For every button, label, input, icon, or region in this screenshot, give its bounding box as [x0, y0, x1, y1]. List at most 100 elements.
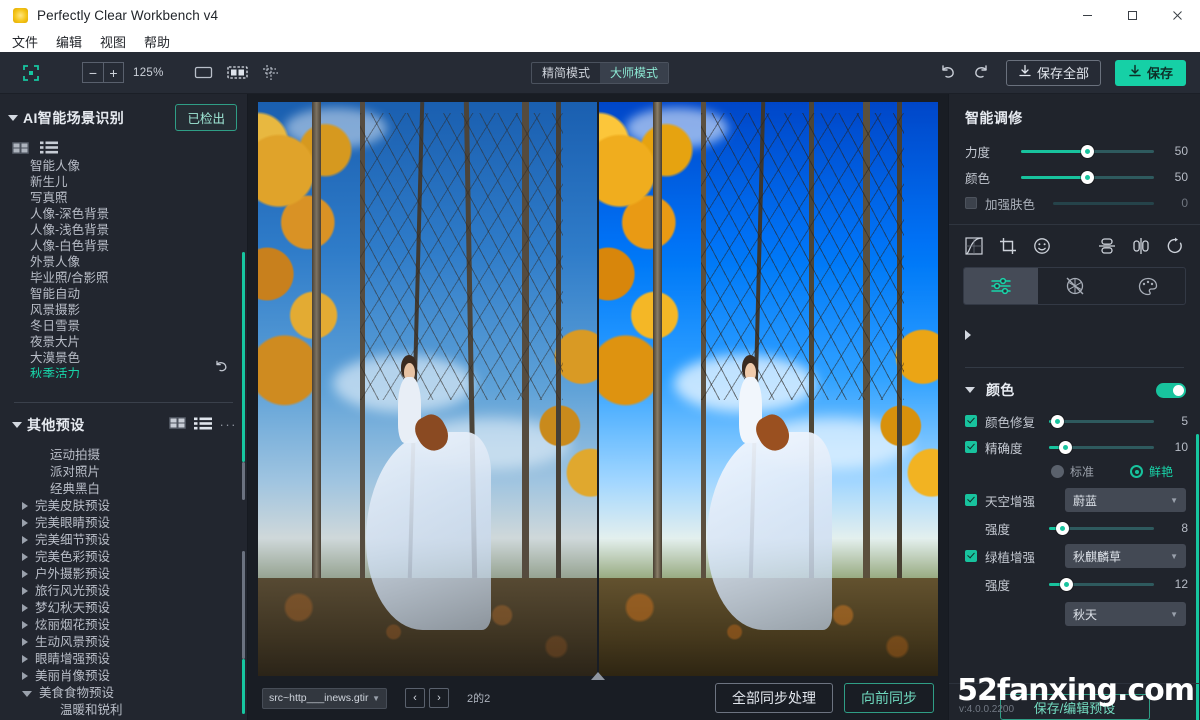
minimize-button[interactable]	[1065, 0, 1110, 30]
detected-badge[interactable]: 已检出	[175, 104, 237, 131]
save-button[interactable]: 保存	[1114, 59, 1186, 86]
prev-image-button[interactable]: ‹	[405, 688, 425, 708]
presets-section-header[interactable]: 其他预设 ···	[0, 403, 247, 441]
image-pane-before[interactable]	[258, 102, 597, 676]
fit-to-screen-icon[interactable]	[20, 62, 42, 84]
preset-item[interactable]: 完美细节预设	[0, 532, 247, 549]
chevron-right-icon[interactable]	[22, 621, 28, 630]
save-all-button[interactable]: 保存全部	[1005, 59, 1101, 86]
color-section-toggle[interactable]	[1156, 382, 1186, 398]
ai-section-header[interactable]: AI智能场景识别 已检出	[0, 94, 247, 137]
list-view-icon[interactable]	[40, 141, 58, 154]
chevron-right-icon[interactable]	[22, 536, 28, 545]
revert-icon[interactable]	[214, 360, 229, 378]
preset-item[interactable]: 梦幻秋天预设	[0, 600, 247, 617]
preset-item[interactable]: 炫丽烟花预设	[0, 617, 247, 634]
foliage-strength-slider[interactable]	[1049, 576, 1154, 592]
scene-item[interactable]: 写真照	[30, 190, 247, 206]
menu-view[interactable]: 视图	[100, 32, 126, 51]
scene-item[interactable]: 人像-白色背景	[30, 238, 247, 254]
zoom-out-button[interactable]: −	[82, 62, 103, 83]
tab-noise-reduce[interactable]	[1038, 268, 1112, 304]
mode-master[interactable]: 大师模式	[600, 62, 669, 83]
chevron-down-icon[interactable]	[8, 114, 18, 121]
preset-item[interactable]: 旅行风光预设	[0, 583, 247, 600]
tab-sliders[interactable]	[964, 268, 1038, 304]
preset-item[interactable]: 户外摄影预设	[0, 566, 247, 583]
list-view-icon[interactable]	[193, 417, 212, 433]
split-view-icon[interactable]	[226, 65, 248, 80]
accuracy-slider[interactable]	[1049, 439, 1154, 455]
foliage-enhance-dropdown[interactable]: 秋麒麟草 ▼	[1065, 544, 1186, 568]
menu-edit[interactable]: 编辑	[56, 32, 82, 51]
curves-icon[interactable]	[965, 237, 983, 255]
season-dropdown[interactable]: 秋天 ▼	[1065, 602, 1186, 626]
preset-item[interactable]: 运动拍摄	[0, 447, 247, 464]
chevron-right-icon[interactable]	[22, 570, 28, 579]
maximize-button[interactable]	[1110, 0, 1155, 30]
flip-vertical-icon[interactable]	[1098, 237, 1116, 255]
undo-icon[interactable]	[938, 63, 958, 83]
more-options-icon[interactable]: ···	[220, 417, 238, 432]
scene-item[interactable]: 新生儿	[30, 174, 247, 190]
color-fix-slider[interactable]	[1049, 413, 1154, 429]
preset-item[interactable]: 生动风景预设	[0, 634, 247, 651]
chevron-right-icon[interactable]	[22, 502, 28, 511]
radio-vivid[interactable]: 鲜艳	[1130, 463, 1173, 480]
grid-view-icon[interactable]	[168, 417, 186, 432]
preset-item[interactable]: 温暖和锐利	[0, 702, 247, 719]
scene-item[interactable]: 人像-浅色背景	[30, 222, 247, 238]
color-slider[interactable]	[1021, 169, 1154, 185]
file-selector-dropdown[interactable]: src~http___inews.gtir ▼	[262, 687, 387, 709]
scene-item[interactable]: 外景人像	[30, 254, 247, 270]
presets-scrollbar-track[interactable]	[242, 551, 245, 659]
scene-item[interactable]: 夜景大片	[30, 334, 247, 350]
grid-view-icon[interactable]	[12, 141, 29, 154]
ai-list-scrollbar-track[interactable]	[242, 462, 245, 500]
preset-item[interactable]: 美食食物预设	[0, 685, 247, 702]
ai-list-scrollbar[interactable]	[242, 252, 245, 462]
preset-item[interactable]: 完美眼睛预设	[0, 515, 247, 532]
chevron-right-icon[interactable]	[22, 604, 28, 613]
chevron-down-icon[interactable]	[12, 421, 22, 428]
skin-tone-checkbox[interactable]	[965, 197, 977, 209]
chevron-right-icon[interactable]	[22, 587, 28, 596]
preset-item[interactable]: 完美色彩预设	[0, 549, 247, 566]
crop-icon[interactable]	[999, 237, 1017, 255]
skin-tone-slider[interactable]	[1053, 195, 1154, 211]
face-detect-icon[interactable]	[1033, 237, 1051, 255]
next-image-button[interactable]: ›	[429, 688, 449, 708]
chevron-right-icon[interactable]	[22, 553, 28, 562]
tone-section-header[interactable]: 色调	[949, 305, 1200, 363]
scene-item[interactable]: 冬日雪景	[30, 318, 247, 334]
preset-item[interactable]: 经典黑白	[0, 481, 247, 498]
redo-icon[interactable]	[972, 63, 992, 83]
strength-slider[interactable]	[1021, 143, 1154, 159]
chevron-down-icon[interactable]	[965, 387, 975, 393]
scene-item[interactable]: 智能人像	[30, 158, 247, 174]
chevron-right-icon[interactable]	[965, 330, 1200, 340]
flip-horizontal-icon[interactable]	[1132, 237, 1150, 255]
preset-item[interactable]: 美丽肖像预设	[0, 668, 247, 685]
scene-item[interactable]: 人像-深色背景	[30, 206, 247, 222]
chevron-right-icon[interactable]	[22, 638, 28, 647]
sync-all-button[interactable]: 全部同步处理	[715, 683, 833, 713]
presets-scrollbar[interactable]	[242, 659, 245, 714]
radio-standard[interactable]: 标准	[1051, 463, 1094, 480]
color-fix-checkbox[interactable]	[965, 415, 977, 427]
scene-item[interactable]: 风景摄影	[30, 302, 247, 318]
scene-item[interactable]: 智能自动	[30, 286, 247, 302]
chevron-right-icon[interactable]	[22, 672, 28, 681]
menu-file[interactable]: 文件	[12, 32, 38, 51]
sync-forward-button[interactable]: 向前同步	[844, 683, 934, 713]
color-section-header[interactable]: 颜色	[949, 370, 1200, 408]
sky-enhance-checkbox[interactable]	[965, 494, 977, 506]
single-view-icon[interactable]	[194, 65, 213, 80]
chevron-right-icon[interactable]	[22, 655, 28, 664]
crop-compare-icon[interactable]	[262, 64, 281, 81]
collapse-panel-arrow[interactable]	[591, 672, 605, 680]
sky-strength-slider[interactable]	[1049, 520, 1154, 536]
rotate-icon[interactable]	[1166, 237, 1184, 255]
image-pane-after[interactable]	[599, 102, 938, 676]
mode-simple[interactable]: 精简模式	[532, 63, 600, 83]
